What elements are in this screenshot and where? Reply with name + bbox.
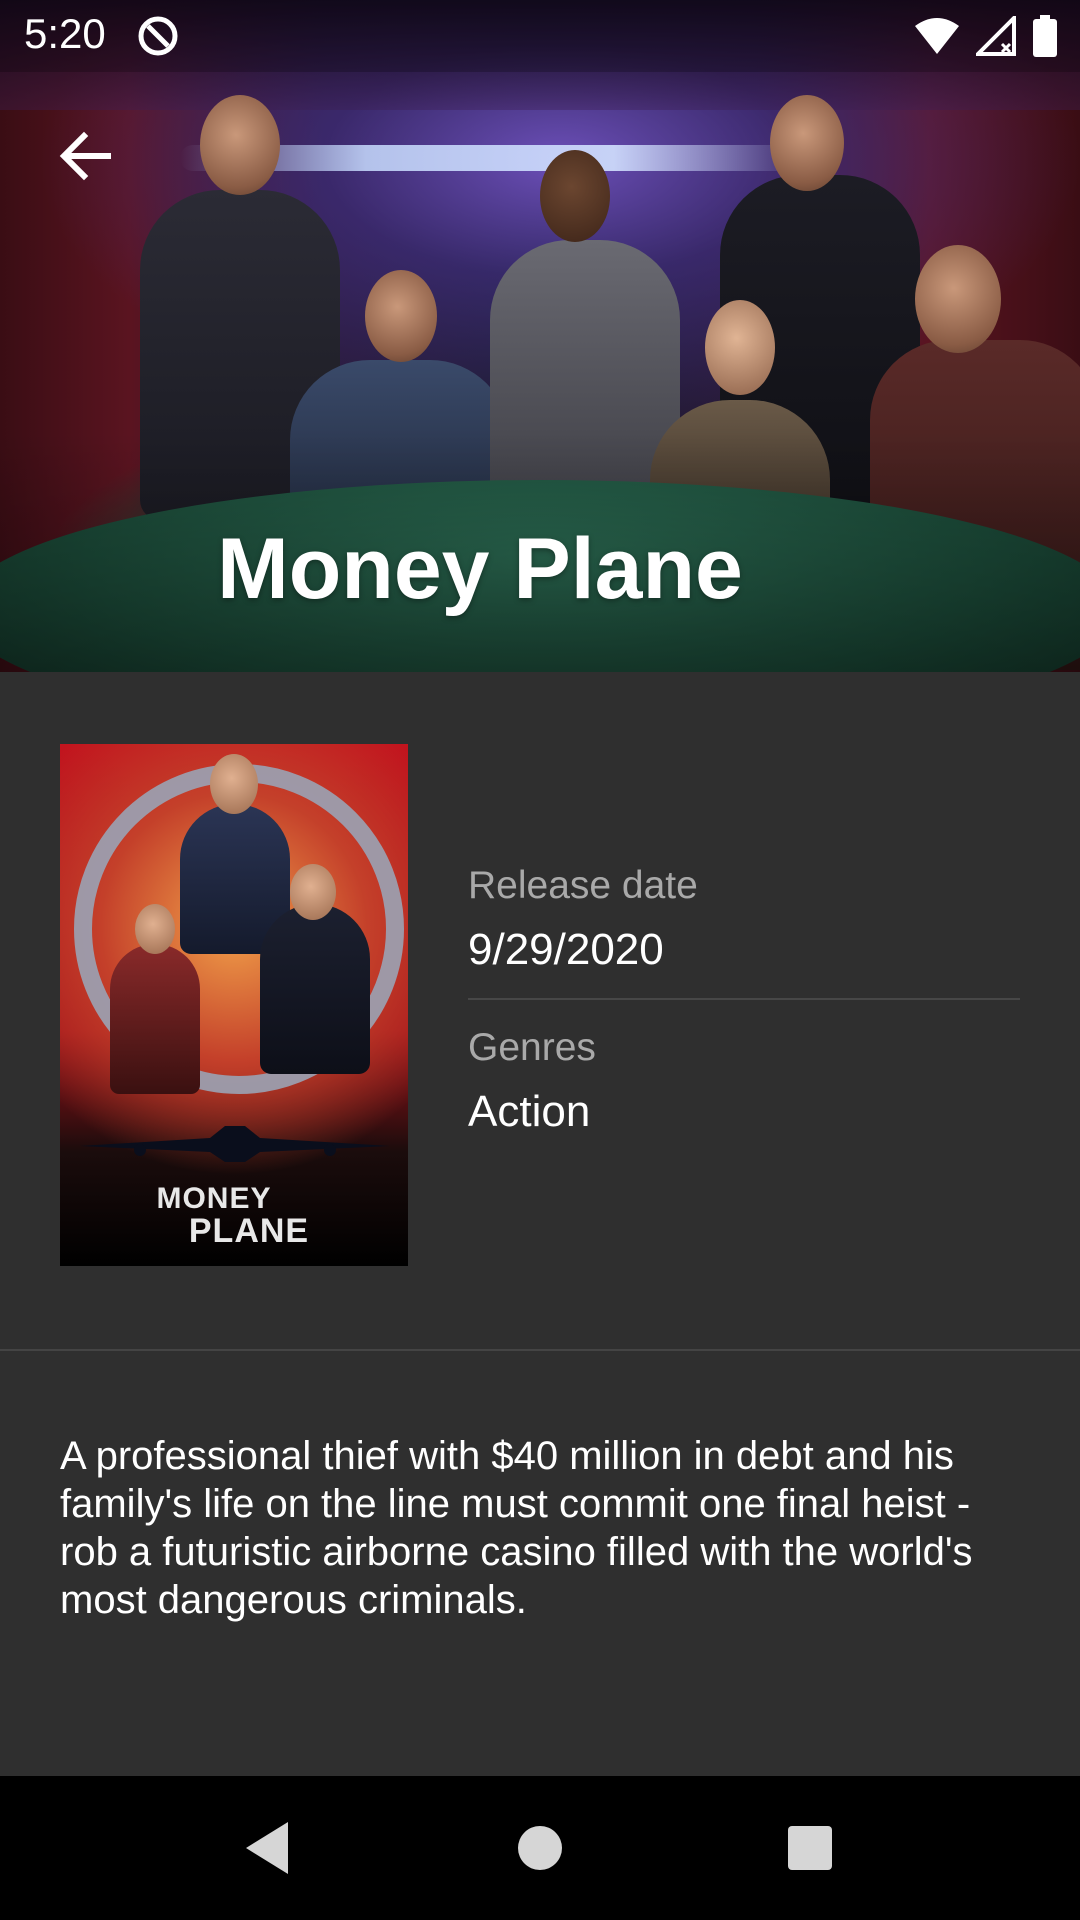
nav-back-icon[interactable] bbox=[232, 1812, 304, 1884]
plane-illustration bbox=[80, 1126, 390, 1162]
status-time: 5:20 bbox=[24, 10, 106, 57]
release-date-label: Release date bbox=[468, 864, 698, 907]
genres-label: Genres bbox=[468, 1026, 596, 1069]
cellular-signal-icon bbox=[976, 16, 1016, 56]
app-notification-icon bbox=[138, 16, 178, 56]
movie-overview: A professional thief with $40 million in… bbox=[60, 1434, 973, 1622]
poster-title: MONEY PLANE bbox=[156, 1182, 310, 1250]
movie-details: Release date 9/29/2020 Genres Action bbox=[468, 862, 1020, 1140]
battery-icon bbox=[1033, 15, 1057, 57]
section-divider bbox=[0, 1349, 1080, 1351]
movie-title: Money Plane bbox=[217, 521, 743, 617]
back-arrow-icon[interactable] bbox=[50, 120, 122, 192]
nav-recents-icon[interactable] bbox=[774, 1812, 846, 1884]
genres-value: Action bbox=[468, 1087, 591, 1136]
details-divider bbox=[468, 998, 1020, 1000]
nav-home-icon[interactable] bbox=[504, 1812, 576, 1884]
system-navigation-bar bbox=[0, 1776, 1080, 1920]
release-date-value: 9/29/2020 bbox=[468, 925, 664, 974]
movie-poster: MONEY PLANE bbox=[60, 744, 408, 1266]
movie-detail-screen: 5:20 Money Plane MONEY PLANE Release dat… bbox=[0, 0, 1080, 1920]
wifi-icon bbox=[915, 18, 959, 54]
status-bar: 5:20 bbox=[0, 0, 1080, 72]
